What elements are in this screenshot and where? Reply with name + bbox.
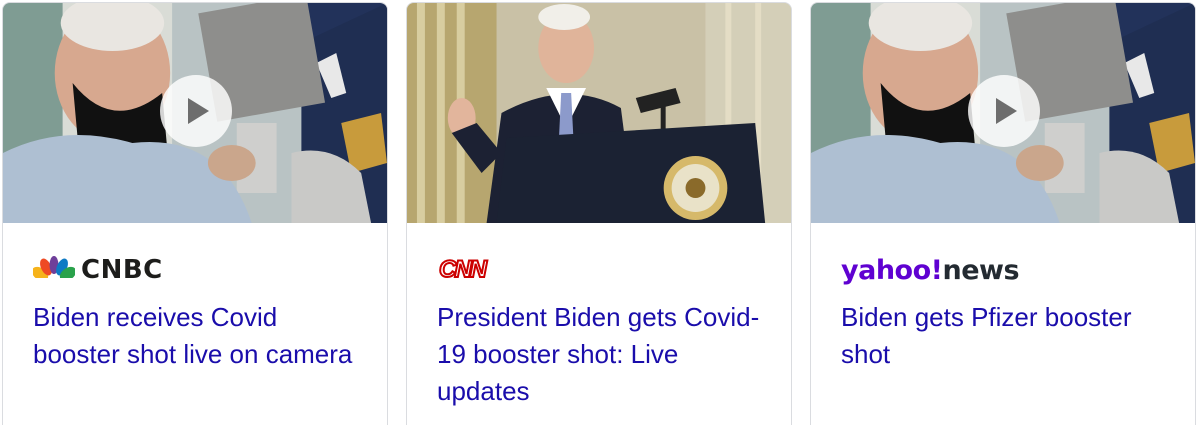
source-logo-cnbc: CNBC xyxy=(33,253,357,287)
yahoo-news-suffix: news xyxy=(942,254,1020,286)
cnn-wordmark: CNN xyxy=(438,255,488,284)
headline-link[interactable]: Biden receives Covid booster shot live o… xyxy=(33,299,357,373)
headline-link[interactable]: Biden gets Pfizer booster shot xyxy=(841,299,1165,373)
news-card-cnn[interactable]: CNN President Biden gets Covid-19 booste… xyxy=(406,2,792,425)
play-button[interactable] xyxy=(160,75,232,147)
source-logo-yahoo: yahoo!news xyxy=(841,253,1165,287)
play-button[interactable] xyxy=(968,75,1040,147)
source-logo-cnn: CNN xyxy=(437,253,761,287)
play-icon xyxy=(188,98,209,124)
video-thumbnail[interactable] xyxy=(811,3,1195,223)
video-thumbnail[interactable] xyxy=(3,3,387,223)
headline-link[interactable]: President Biden gets Covid-19 booster sh… xyxy=(437,299,761,410)
article-thumbnail[interactable] xyxy=(407,3,791,223)
news-card-cnbc[interactable]: CNBC Biden receives Covid booster shot l… xyxy=(2,2,388,425)
news-card-yahoo[interactable]: yahoo!news Biden gets Pfizer booster sho… xyxy=(810,2,1196,425)
cnbc-wordmark: CNBC xyxy=(81,255,163,285)
yahoo-brand-text: yahoo! xyxy=(841,254,943,286)
play-icon xyxy=(996,98,1017,124)
cnbc-peacock-icon xyxy=(33,256,75,284)
yahoo-news-wordmark: yahoo!news xyxy=(841,254,1020,286)
thumbnail-image xyxy=(407,3,791,223)
